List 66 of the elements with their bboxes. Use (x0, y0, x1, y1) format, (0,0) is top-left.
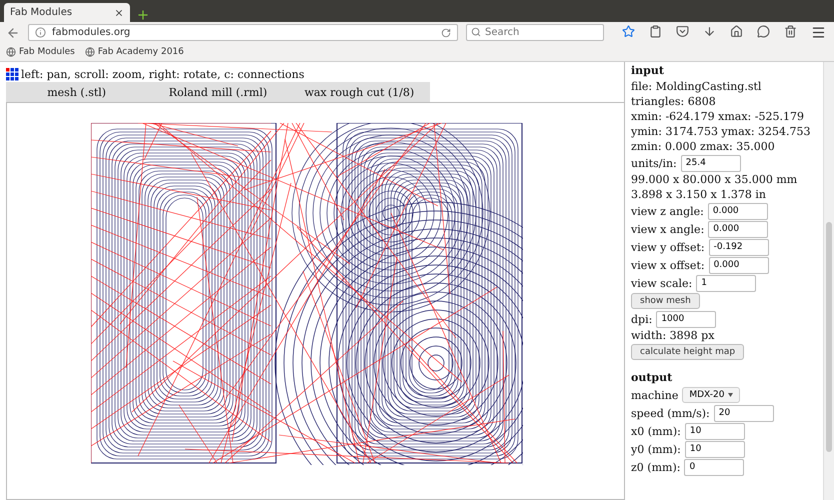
trash-icon[interactable] (784, 25, 797, 38)
info-text: width: 3898 px (631, 329, 714, 342)
input-field[interactable]: 0.000 (708, 256, 769, 274)
field-label: z0 (mm): (631, 460, 680, 474)
info-text: zmin: 0.000 zmax: 35.000 (631, 140, 775, 153)
input-field[interactable]: 1000 (656, 310, 716, 328)
chat-icon[interactable] (757, 25, 770, 38)
field-label: dpi: (631, 312, 652, 326)
hint-text: left: pan, scroll: zoom, right: rotate, c: connections (21, 68, 304, 80)
input-field[interactable]: -0.192 (708, 238, 769, 256)
search-icon[interactable] (471, 27, 481, 37)
canvas-area[interactable] (6, 102, 624, 500)
section-heading: input (631, 64, 665, 79)
address-bar[interactable]: fabmodules.org (28, 24, 458, 41)
info-icon[interactable] (35, 27, 46, 38)
close-icon[interactable] (114, 8, 124, 18)
machine-dropdown[interactable]: MDX-20 (682, 387, 740, 403)
info-text: xmin: -624.179 xmax: -525.179 (631, 110, 804, 123)
field-label: x0 (mm): (631, 424, 681, 438)
star-icon[interactable] (622, 25, 635, 38)
search-field[interactable]: Search (466, 24, 604, 41)
input-field[interactable]: 10 (684, 440, 745, 458)
bookmark-link[interactable]: Fab Academy 2016 (84, 47, 184, 57)
tab-title: Fab Modules (10, 7, 72, 18)
field-label: view scale: (631, 276, 692, 290)
info-text: triangles: 6808 (631, 95, 716, 108)
input-field[interactable]: 10 (684, 422, 745, 440)
browser-tab[interactable]: Fab Modules (4, 3, 130, 22)
module-label[interactable]: Roland mill (.rml) (147, 86, 289, 98)
field-label: speed (mm/s): (631, 406, 710, 420)
new-tab-icon[interactable] (136, 8, 150, 22)
info-text: ymin: 3174.753 ymax: 3254.753 (631, 125, 811, 138)
action-button[interactable]: calculate height map (631, 344, 744, 360)
input-field[interactable]: 0 (684, 458, 744, 476)
input-field[interactable]: 20 (714, 404, 774, 422)
info-text: 99.000 x 80.000 x 35.000 mm (631, 173, 798, 186)
field-label: y0 (mm): (631, 442, 681, 456)
input-field[interactable]: 0.000 (708, 220, 768, 238)
logo-icon (6, 68, 19, 80)
reload-icon[interactable] (441, 28, 451, 38)
field-label: view y offset: (631, 240, 705, 254)
field-label: machine (631, 388, 678, 402)
field-label: units/in: (631, 156, 677, 170)
pocket-icon[interactable] (676, 25, 689, 38)
section-heading: output (631, 371, 674, 386)
module-label[interactable]: mesh (.stl) (6, 86, 148, 98)
menu-icon[interactable] (811, 25, 826, 40)
bookmark-link[interactable]: Fab Modules (6, 47, 75, 57)
field-label: view z angle: (631, 204, 704, 218)
back-icon[interactable] (6, 26, 20, 40)
input-field[interactable]: 0.000 (708, 202, 768, 220)
globe-icon (84, 47, 95, 57)
url-text: fabmodules.org (52, 27, 132, 38)
field-label: view x angle: (631, 222, 704, 236)
input-field[interactable]: 25.4 (680, 154, 741, 172)
download-icon[interactable] (703, 25, 716, 38)
caret-icon (728, 393, 734, 397)
info-text: 3.898 x 3.150 x 1.378 in (631, 188, 766, 201)
clipboard-icon[interactable] (649, 25, 662, 38)
home-icon[interactable] (730, 25, 743, 38)
action-button[interactable]: show mesh (631, 293, 700, 309)
info-text: file: MoldingCasting.stl (631, 80, 762, 93)
field-label: view x offset: (631, 258, 705, 272)
globe-icon (6, 47, 16, 57)
input-field[interactable]: 1 (696, 274, 756, 292)
module-label[interactable]: wax rough cut (1/8) (288, 86, 430, 98)
